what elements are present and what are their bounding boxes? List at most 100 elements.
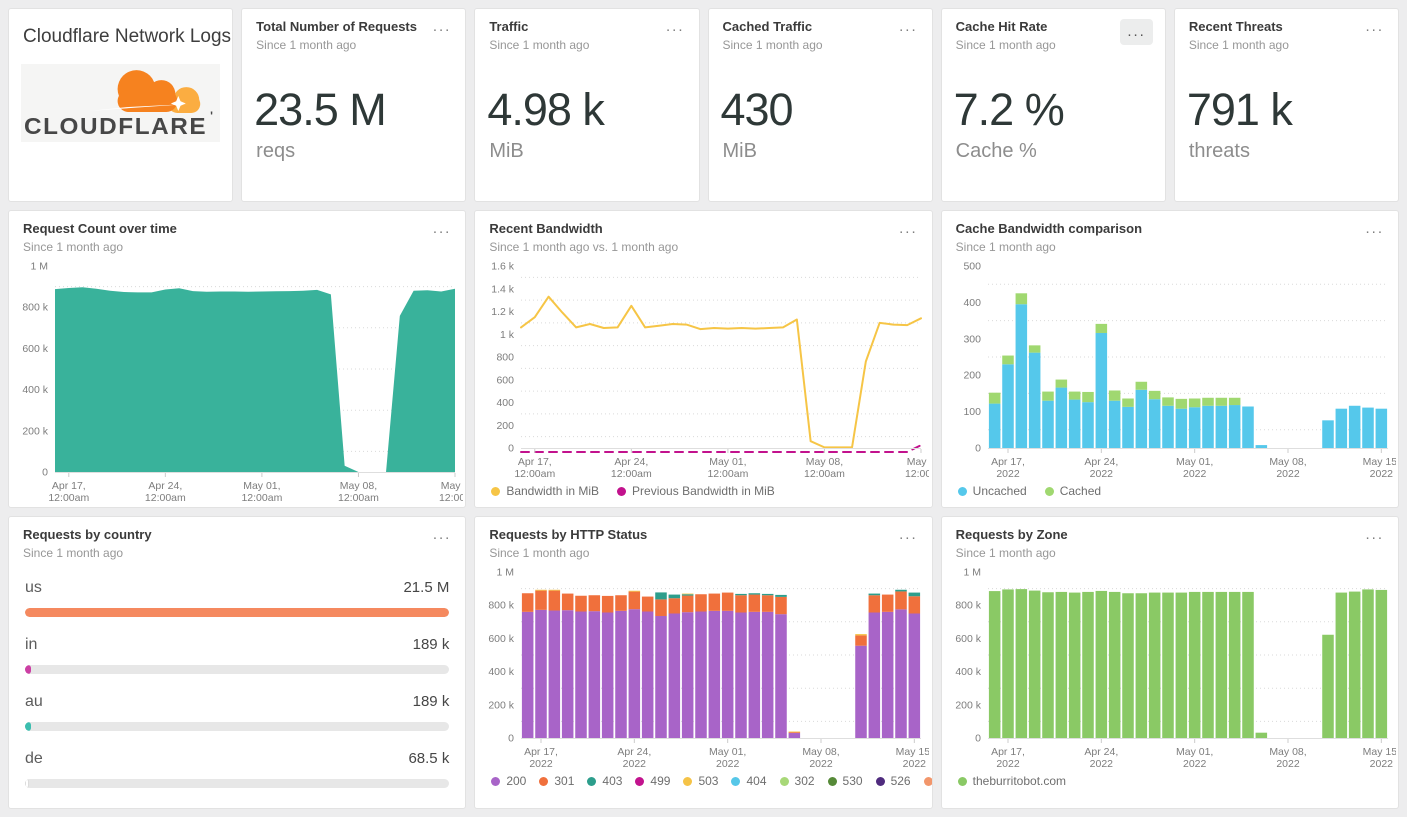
http-status-chart[interactable]: 1 M 800 k 600 k 400 k 200 k 0 Apr 17, 2022 Apr 2… bbox=[479, 562, 930, 772]
recent-bandwidth-chart[interactable]: 1.6 k 1.4 k 1.2 k 1 k 800 600 400 200 0Apr 17, 12… bbox=[479, 256, 930, 482]
legend-label: 503 bbox=[698, 774, 719, 789]
svg-text:200: 200 bbox=[963, 370, 981, 382]
panel-menu-icon[interactable]: ... bbox=[1361, 217, 1388, 241]
svg-text:400 k: 400 k bbox=[955, 666, 981, 678]
legend-item[interactable]: 301 bbox=[539, 774, 574, 788]
panel-menu-icon[interactable]: ... bbox=[429, 15, 456, 39]
svg-text:Apr 17,12:00am: Apr 17, 12:00am bbox=[48, 480, 89, 504]
legend-item[interactable]: Uncached bbox=[957, 484, 1027, 498]
legend-color-dot bbox=[923, 776, 932, 786]
panel-subtitle: Since 1 month ago bbox=[23, 546, 124, 561]
svg-text:Apr 24,12:00am: Apr 24, 12:00am bbox=[145, 480, 186, 504]
middle-row: ... Request Count over time Since 1 mont… bbox=[8, 210, 1399, 508]
legend-label: Previous Bandwidth in MiB bbox=[632, 484, 775, 499]
panel-title: Recent Threats bbox=[1188, 19, 1283, 34]
chart-panel-http-status: ... Requests by HTTP Status Since 1 mont… bbox=[474, 516, 933, 809]
legend-label: theburritobot.com bbox=[972, 774, 1067, 789]
svg-text:0: 0 bbox=[508, 733, 514, 745]
panel-menu-icon[interactable]: ... bbox=[1361, 523, 1388, 547]
svg-text:Apr 17,2022: Apr 17, 2022 bbox=[991, 456, 1025, 480]
stat-value: 23.5 M bbox=[254, 84, 387, 136]
svg-text:1 M: 1 M bbox=[30, 261, 48, 273]
legend-item[interactable]: Previous Bandwidth in MiB bbox=[617, 484, 775, 498]
panel-title: Request Count over time bbox=[23, 221, 177, 236]
requests-by-zone-chart[interactable]: 1 M 800 k 600 k 400 k 200 k 0 Apr 17, 2022 Apr 2… bbox=[946, 562, 1396, 772]
svg-text:Apr 24,12:00am: Apr 24, 12:00am bbox=[611, 456, 652, 480]
legend-item[interactable]: 403 bbox=[587, 774, 622, 788]
svg-text:May 112:00a: May 112:00a bbox=[439, 480, 463, 504]
legend-item[interactable]: 404 bbox=[731, 774, 767, 788]
gauge-track bbox=[25, 779, 450, 789]
svg-text:1.4 k: 1.4 k bbox=[492, 284, 516, 296]
legend-label: 301 bbox=[554, 774, 575, 789]
svg-text:Apr 17,12:00am: Apr 17, 12:00am bbox=[515, 456, 556, 480]
chart-legend: Bandwidth in MiB Previous Bandwidth in Mi… bbox=[475, 482, 931, 498]
svg-text:May 08,2022: May 08, 2022 bbox=[1269, 746, 1306, 770]
stat-panel-recent-threats: ... Recent Threats Since 1 month ago 791… bbox=[1173, 8, 1399, 202]
legend-item[interactable]: Bandwidth in MiB bbox=[491, 484, 599, 498]
panel-requests-by-country: ... Requests by country Since 1 month ag… bbox=[8, 516, 467, 809]
panel-menu-icon[interactable]: ... bbox=[429, 523, 456, 547]
country-code: au bbox=[25, 693, 43, 711]
panel-subtitle: Since 1 month ago bbox=[256, 38, 357, 53]
panel-menu-icon[interactable]: ... bbox=[662, 15, 689, 39]
legend-color-dot bbox=[539, 776, 549, 786]
panel-menu-icon[interactable]: ... bbox=[1120, 19, 1153, 45]
legend-item[interactable]: 200 bbox=[491, 774, 526, 788]
dashboard: Cloudflare Network Logs CLOUDFLARE ' ... bbox=[0, 0, 1407, 817]
panel-subtitle: Since 1 month ago bbox=[955, 240, 1056, 255]
legend-item[interactable]: 530 bbox=[827, 774, 863, 788]
cloudflare-logo: CLOUDFLARE ' bbox=[21, 63, 221, 142]
svg-text:1 M: 1 M bbox=[963, 567, 981, 579]
legend-item[interactable]: 499 bbox=[635, 774, 670, 788]
chart-panel-recent-bandwidth: ... Recent Bandwidth Since 1 month ago v… bbox=[474, 210, 933, 508]
country-code: us bbox=[25, 579, 42, 597]
panel-menu-icon[interactable]: ... bbox=[1361, 15, 1388, 39]
panel-subtitle: Since 1 month ago vs. 1 month ago bbox=[489, 240, 679, 255]
chart-legend: theburritobot.com bbox=[942, 772, 1398, 788]
legend-label: Bandwidth in MiB bbox=[506, 484, 600, 499]
cache-bandwidth-chart[interactable]: 500 400 300 200 100 0 Apr 17, 2022 Apr 24, 2022 Ma… bbox=[946, 256, 1396, 482]
chart-panel-requests-by-zone: ... Requests by Zone Since 1 month ago 1… bbox=[940, 516, 1399, 809]
gauge-track bbox=[25, 665, 450, 675]
legend-item[interactable]: 503 bbox=[683, 774, 718, 788]
svg-text:May 15,2022: May 15,2022 bbox=[1362, 456, 1395, 480]
country-bar bbox=[25, 722, 31, 732]
panel-title: Traffic bbox=[489, 19, 529, 34]
panel-title: Cache Bandwidth comparison bbox=[955, 221, 1143, 236]
legend-item[interactable]: 302 bbox=[779, 774, 815, 788]
svg-text:200 k: 200 k bbox=[955, 700, 981, 712]
stat-panel-traffic: ... Traffic Since 1 month ago 4.98 k MiB bbox=[474, 8, 700, 202]
svg-text:200: 200 bbox=[497, 420, 515, 432]
panel-menu-icon[interactable]: ... bbox=[895, 15, 922, 39]
stat-value: 7.2 % bbox=[953, 84, 1065, 136]
country-row: de 68.5 k bbox=[25, 750, 450, 789]
legend-color-dot bbox=[587, 776, 597, 786]
legend-item[interactable]: theburritobot.com bbox=[957, 774, 1067, 789]
svg-text:0: 0 bbox=[42, 467, 48, 479]
country-row: us 21.5 M bbox=[25, 579, 450, 618]
legend-color-dot bbox=[617, 486, 627, 496]
stat-value: 430 bbox=[720, 84, 794, 136]
country-bar bbox=[25, 779, 29, 789]
panel-menu-icon[interactable]: ... bbox=[895, 523, 922, 547]
country-row: in 189 k bbox=[25, 636, 450, 675]
legend-item[interactable]: Cached bbox=[1044, 484, 1101, 498]
legend-label: 403 bbox=[602, 774, 623, 789]
stat-unit: reqs bbox=[256, 140, 296, 163]
svg-text:May 08,2022: May 08, 2022 bbox=[1269, 456, 1306, 480]
svg-text:200 k: 200 k bbox=[22, 426, 48, 438]
legend-color-dot bbox=[875, 776, 885, 786]
country-value: 68.5 k bbox=[408, 750, 450, 768]
chart-panel-cache-bandwidth: ... Cache Bandwidth comparison Since 1 m… bbox=[940, 210, 1399, 508]
bottom-row: ... Requests by country Since 1 month ag… bbox=[8, 516, 1399, 809]
panel-menu-icon[interactable]: ... bbox=[429, 217, 456, 241]
svg-text:600: 600 bbox=[497, 375, 515, 387]
request-count-chart[interactable]: 1 M 800 k 600 k 400 k 200 k 0Apr 17, 12:00am Ap… bbox=[13, 256, 463, 506]
svg-text:May 08,12:00am: May 08, 12:00am bbox=[804, 456, 845, 480]
panel-menu-icon[interactable]: ... bbox=[895, 217, 922, 241]
legend-item[interactable]: 524 bbox=[923, 774, 932, 788]
svg-text:100: 100 bbox=[963, 406, 981, 418]
panel-title: Requests by country bbox=[23, 527, 152, 542]
legend-item[interactable]: 526 bbox=[875, 774, 911, 788]
